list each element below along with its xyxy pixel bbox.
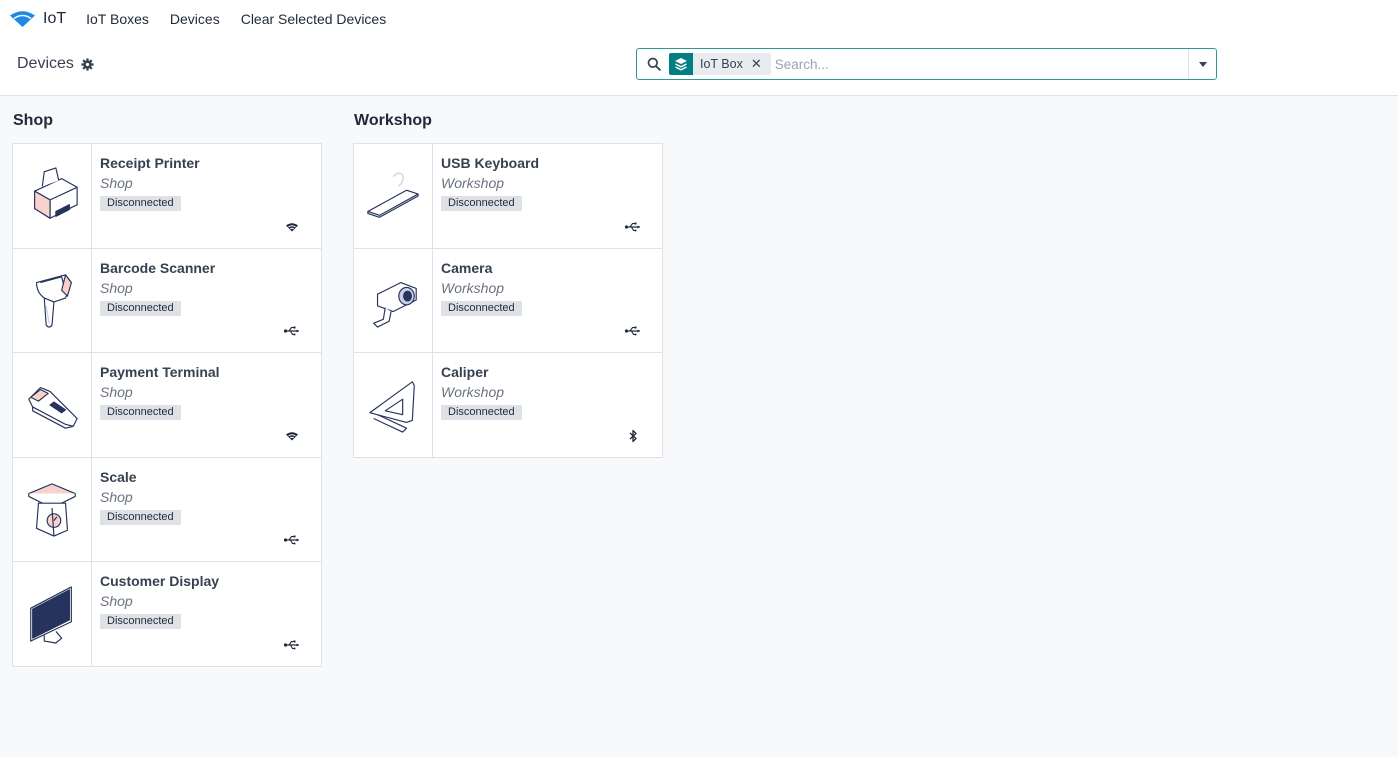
device-card[interactable]: Scale Shop Disconnected xyxy=(12,456,322,562)
device-location: Shop xyxy=(100,279,133,296)
status-badge: Disconnected xyxy=(441,405,522,420)
device-location: Shop xyxy=(100,488,133,505)
device-card[interactable]: Caliper Workshop Disconnected xyxy=(353,352,663,458)
device-name: USB Keyboard xyxy=(441,155,540,171)
device-image xyxy=(354,144,433,248)
wifi-icon xyxy=(283,220,301,234)
device-name: Caliper xyxy=(441,364,489,380)
device-card[interactable]: USB Keyboard Workshop Disconnected xyxy=(353,143,663,249)
usb-icon xyxy=(283,638,301,652)
status-badge: Disconnected xyxy=(100,405,181,420)
device-image xyxy=(354,353,433,457)
search-options-toggle[interactable] xyxy=(1188,49,1216,79)
nav-devices[interactable]: Devices xyxy=(170,11,220,27)
search-facet: IoT Box ✕ xyxy=(669,53,771,75)
kanban-view: Shop Receipt Printer Shop Disconnected B… xyxy=(0,96,1398,667)
app-brand[interactable]: IoT xyxy=(9,10,86,28)
usb-icon xyxy=(624,220,642,234)
device-location: Workshop xyxy=(441,175,505,191)
search-input[interactable] xyxy=(774,50,1188,78)
page-title: Devices xyxy=(17,55,74,72)
device-location: Shop xyxy=(100,175,133,191)
device-image xyxy=(354,248,433,352)
facet-remove-icon[interactable]: ✕ xyxy=(751,56,771,72)
device-location: Shop xyxy=(100,593,133,609)
group-title: Workshop xyxy=(354,112,432,129)
app-name: IoT xyxy=(43,9,67,27)
device-card[interactable]: Barcode Scanner Shop Disconnected xyxy=(12,247,322,353)
device-image xyxy=(13,353,92,457)
display-icon xyxy=(30,586,72,644)
status-badge: Disconnected xyxy=(100,300,181,316)
control-panel: Devices IoT Box ✕ Search... xyxy=(0,37,1398,96)
search-icon xyxy=(647,57,661,71)
device-image xyxy=(13,144,92,248)
top-navbar: IoT IoT Boxes Devices Clear Selected Dev… xyxy=(0,0,1398,37)
nav-clear-selected-devices[interactable]: Clear Selected Devices xyxy=(241,11,387,27)
iot-wifi-logo-icon xyxy=(9,10,36,28)
nav-iot-boxes[interactable]: IoT Boxes xyxy=(86,11,149,27)
facet-label: IoT Box xyxy=(700,57,743,71)
device-name: Barcode Scanner xyxy=(100,259,216,276)
device-location: Shop xyxy=(100,384,133,400)
device-card[interactable]: Payment Terminal Shop Disconnected xyxy=(12,352,322,458)
keyboard-icon xyxy=(367,172,419,218)
usb-icon xyxy=(283,324,301,338)
device-name: Scale xyxy=(100,468,137,485)
scale-icon xyxy=(28,483,76,537)
camera-icon xyxy=(373,282,417,328)
status-badge: Disconnected xyxy=(441,300,522,316)
device-name: Camera xyxy=(441,259,493,276)
status-badge: Disconnected xyxy=(100,196,181,211)
barcode-scanner-icon xyxy=(35,274,72,328)
device-card[interactable]: Customer Display Shop Disconnected xyxy=(12,561,322,667)
usb-icon xyxy=(283,533,301,547)
kanban-group-shop: Shop Receipt Printer Shop Disconnected B… xyxy=(12,111,322,667)
device-card[interactable]: Receipt Printer Shop Disconnected xyxy=(12,143,322,249)
usb-icon xyxy=(624,324,642,338)
group-title: Shop xyxy=(13,112,53,129)
device-card[interactable]: Camera Workshop Disconnected xyxy=(353,247,663,353)
device-location: Workshop xyxy=(441,384,505,400)
device-location: Workshop xyxy=(441,279,505,296)
bluetooth-icon xyxy=(624,429,642,443)
device-image xyxy=(13,457,92,561)
status-badge: Disconnected xyxy=(441,196,522,211)
wifi-icon xyxy=(283,429,301,443)
device-name: Receipt Printer xyxy=(100,155,200,171)
breadcrumb: Devices xyxy=(17,55,94,73)
device-image xyxy=(13,562,92,666)
payment-terminal-icon xyxy=(28,386,78,429)
gear-icon[interactable] xyxy=(81,57,94,71)
kanban-group-workshop: Workshop USB Keyboard Workshop Disconnec… xyxy=(353,111,663,667)
device-name: Payment Terminal xyxy=(100,364,220,380)
status-badge: Disconnected xyxy=(100,509,181,525)
device-name: Customer Display xyxy=(100,573,220,589)
caliper-icon xyxy=(369,380,415,433)
search-box: IoT Box ✕ xyxy=(636,48,1217,80)
caret-down-icon xyxy=(1198,61,1207,67)
printer-icon xyxy=(34,167,78,219)
layers-icon xyxy=(669,53,693,75)
status-badge: Disconnected xyxy=(100,614,181,629)
device-image xyxy=(13,248,92,352)
